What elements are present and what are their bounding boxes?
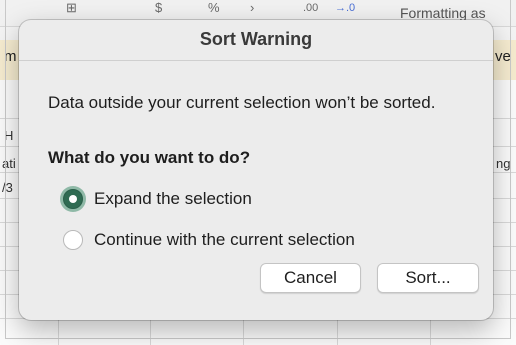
currency-format-icon[interactable]: $ [155,0,162,16]
cell-fragment[interactable]: ati [2,156,16,171]
comma-style-icon[interactable]: › [250,0,254,16]
question-heading: What do you want to do? [48,148,251,167]
warning-message: Data outside your current selection won’… [48,93,436,112]
sort-warning-dialog: Sort Warning Data outside your current s… [19,20,493,320]
radio-button-selected[interactable] [63,189,83,209]
banner-text-right: ve [495,48,511,65]
banner-text-left: m [4,48,17,65]
decrease-decimal-icon[interactable]: →.0 [335,0,355,16]
column-header-h[interactable]: H [4,128,13,143]
cell-fragment[interactable]: /3 [2,180,13,195]
cancel-button[interactable]: Cancel [260,263,361,293]
cell-fragment[interactable]: ng [496,156,510,171]
conditional-formatting-label[interactable]: Formatting as [400,5,486,21]
percent-format-icon[interactable]: % [208,0,220,16]
table-icon[interactable]: ⊞ [66,0,77,16]
option-label[interactable]: Expand the selection [94,189,252,209]
sort-button[interactable]: Sort... [377,263,479,293]
increase-decimal-icon[interactable]: .00 [303,0,318,16]
dialog-titlebar: Sort Warning [19,20,493,61]
radio-button[interactable] [63,230,83,250]
dialog-title: Sort Warning [199,29,313,49]
option-label[interactable]: Continue with the current selection [94,230,355,250]
